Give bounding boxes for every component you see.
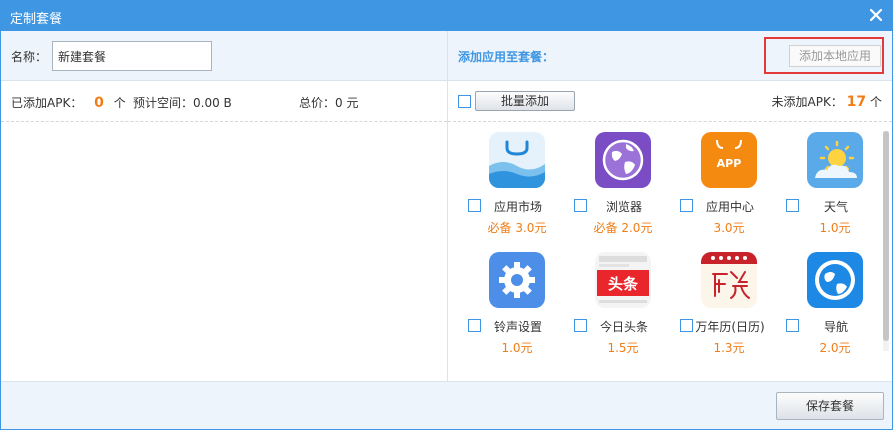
- app-price: 1.0元: [819, 221, 851, 235]
- total-price: 总价：0 元: [299, 96, 359, 110]
- app-name: 天气: [823, 200, 848, 214]
- app-checkbox[interactable]: [680, 199, 693, 212]
- app-name: 铃声设置: [493, 320, 542, 334]
- app-checkbox[interactable]: [468, 319, 481, 332]
- app-name: 导航: [823, 320, 848, 334]
- package-name-row: 名称：: [1, 31, 447, 81]
- weather-icon: [807, 132, 863, 188]
- apps-panel-header: 添加应用至套餐： 添加本地应用: [448, 31, 892, 81]
- not-added-apk-stat: 未添加APK： 17 个: [772, 93, 882, 110]
- app-price: 3.0元: [713, 221, 745, 235]
- added-apk-label: 已添加APK：: [11, 96, 83, 110]
- select-all-checkbox[interactable]: [458, 95, 471, 108]
- calendar-icon: [701, 252, 757, 308]
- ringtone-settings-icon: [489, 252, 545, 308]
- app-item[interactable]: 头条 今日头条 1.5元: [564, 243, 670, 361]
- app-item[interactable]: 浏览器 必备 2.0元: [564, 123, 670, 241]
- app-name: 应用市场: [493, 200, 542, 214]
- app-name: 万年历(日历): [695, 320, 765, 334]
- save-package-button[interactable]: 保存套餐: [776, 392, 884, 420]
- app-price: 1.5元: [607, 341, 639, 355]
- app-name: 今日头条: [599, 320, 648, 334]
- added-apk-count: 0: [94, 95, 104, 111]
- app-item[interactable]: 天气 1.0元: [776, 123, 882, 241]
- close-icon[interactable]: [865, 4, 887, 26]
- app-checkbox[interactable]: [574, 199, 587, 212]
- app-price: 2.0元: [819, 341, 851, 355]
- app-name: 浏览器: [605, 200, 642, 214]
- app-checkbox[interactable]: [786, 199, 799, 212]
- not-added-apk-label: 未添加APK：: [771, 95, 843, 109]
- app-price: 1.0元: [501, 341, 533, 355]
- app-grid-scrollbar[interactable]: [883, 131, 889, 351]
- app-item[interactable]: APP 应用中心 3.0元: [670, 123, 776, 241]
- apps-panel-title: 添加应用至套餐：: [458, 50, 555, 64]
- toutiao-icon-text: 头条: [608, 275, 639, 293]
- apps-toolbar: 批量添加 未添加APK： 17 个: [448, 81, 892, 122]
- package-name-input[interactable]: [52, 41, 212, 71]
- app-name: 应用中心: [705, 200, 754, 214]
- added-apk-stat: 已添加APK： 0 个: [11, 94, 126, 111]
- app-price: 必备 2.0元: [593, 221, 653, 235]
- package-name-label: 名称：: [11, 50, 48, 64]
- dialog-body: 名称： 已添加APK： 0 个 预计空间：0.00 B 总价：0 元 添加应用至…: [0, 31, 893, 430]
- app-market-icon: [489, 132, 545, 188]
- app-item[interactable]: 导航 2.0元: [776, 243, 882, 361]
- toutiao-icon: 头条: [595, 252, 651, 308]
- batch-add-button[interactable]: 批量添加: [475, 91, 575, 111]
- browser-icon: [595, 132, 651, 188]
- app-item[interactable]: 万年历(日历) 1.3元: [670, 243, 776, 361]
- window-title: 定制套餐: [10, 12, 63, 27]
- app-checkbox[interactable]: [468, 199, 481, 212]
- package-stats: 已添加APK： 0 个 预计空间：0.00 B 总价：0 元: [1, 81, 447, 122]
- add-local-app-button[interactable]: 添加本地应用: [789, 45, 881, 67]
- added-apps-list: [1, 123, 447, 381]
- app-item[interactable]: 应用市场 必备 3.0元: [458, 123, 564, 241]
- app-price: 1.3元: [713, 341, 745, 355]
- estimated-space: 预计空间：0.00 B: [133, 96, 232, 110]
- title-bar: 定制套餐: [0, 0, 893, 31]
- app-center-icon-text: APP: [717, 157, 742, 170]
- added-apk-unit: 个: [113, 96, 126, 110]
- not-added-apk-count: 17: [846, 94, 867, 110]
- app-price: 必备 3.0元: [487, 221, 547, 235]
- navigation-icon: [807, 252, 863, 308]
- app-checkbox[interactable]: [680, 319, 693, 332]
- app-grid: 应用市场 必备 3.0元 浏览器 必备 2.0元 APP 应用中心 3.0元 天…: [448, 123, 892, 381]
- app-checkbox[interactable]: [786, 319, 799, 332]
- app-checkbox[interactable]: [574, 319, 587, 332]
- scrollbar-thumb[interactable]: [883, 131, 889, 341]
- app-item[interactable]: 铃声设置 1.0元: [458, 243, 564, 361]
- not-added-apk-unit: 个: [869, 95, 882, 109]
- app-center-icon: APP: [701, 132, 757, 188]
- dialog-footer: 保存套餐: [1, 381, 892, 429]
